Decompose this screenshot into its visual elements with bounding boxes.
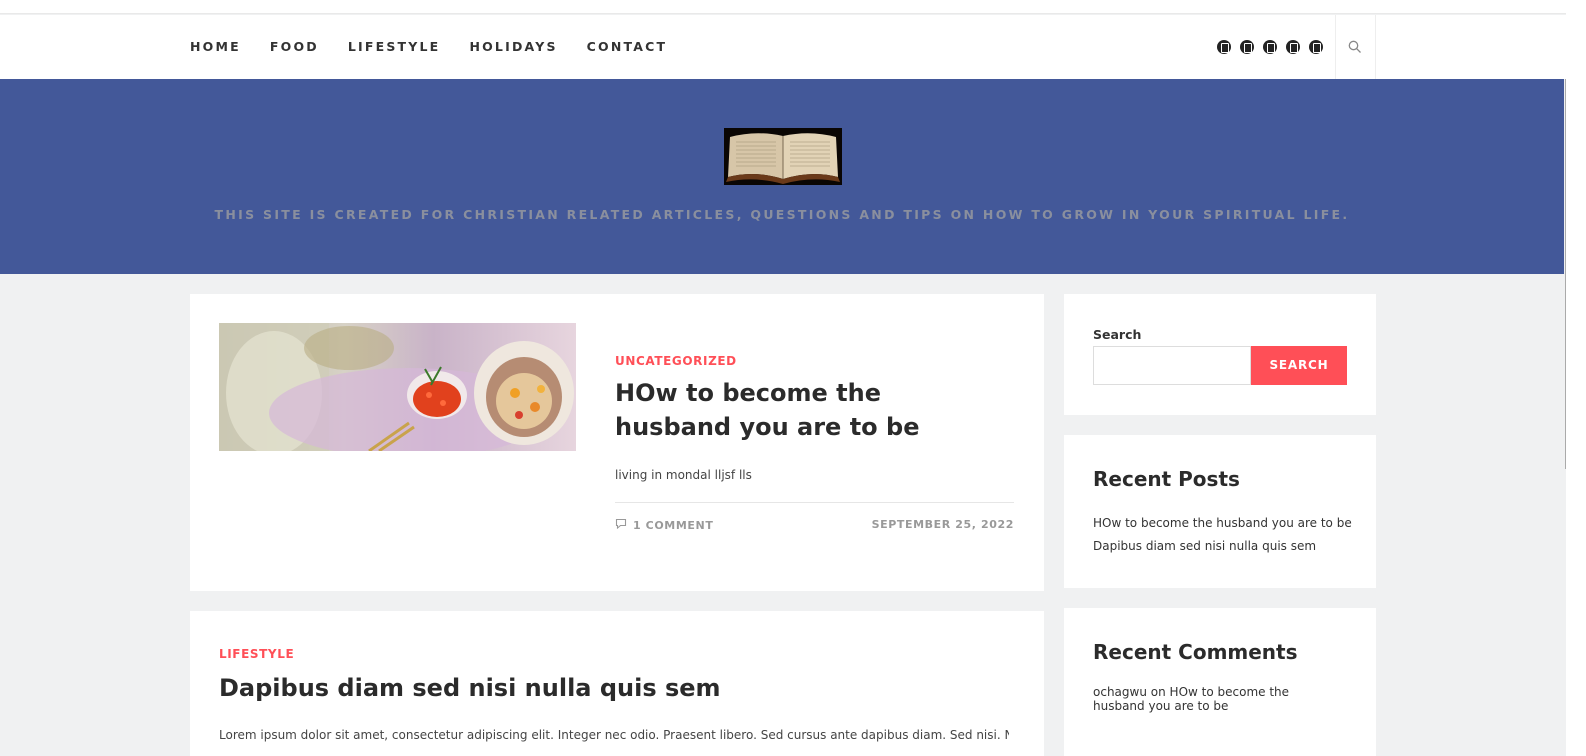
post-comments-count: 1 COMMENT — [633, 518, 714, 532]
post-excerpt: Lorem ipsum dolor sit amet, consectetur … — [219, 728, 1009, 742]
comment-on-text: on — [1150, 685, 1166, 699]
social-icon-1[interactable] — [1217, 40, 1231, 54]
primary-nav: HOME FOOD LIFESTYLE HOLIDAYS CONTACT — [190, 39, 696, 54]
recent-post-link[interactable]: Dapibus diam sed nisi nulla quis sem — [1093, 539, 1352, 562]
search-icon[interactable] — [1348, 39, 1362, 53]
post-divider — [615, 502, 1014, 503]
nav-divider — [1375, 15, 1376, 79]
site-tagline: THIS SITE IS CREATED FOR CHRISTIAN RELAT… — [214, 207, 1350, 222]
post-card: LIFESTYLE Dapibus diam sed nisi nulla qu… — [190, 611, 1044, 756]
search-label: Search — [1093, 327, 1142, 342]
widget-title: Recent Posts — [1093, 467, 1240, 491]
social-icon-2[interactable] — [1240, 40, 1254, 54]
top-strip — [0, 0, 1566, 14]
search-widget: Search SEARCH — [1064, 294, 1376, 415]
site-logo[interactable] — [724, 128, 842, 185]
nav-item-contact[interactable]: CONTACT — [587, 39, 668, 54]
social-icon-4[interactable] — [1286, 40, 1300, 54]
widget-title: Recent Comments — [1093, 640, 1298, 664]
social-icon-3[interactable] — [1263, 40, 1277, 54]
recent-posts-widget: Recent Posts HOw to become the husband y… — [1064, 435, 1376, 588]
recent-post-link[interactable]: HOw to become the husband you are to be — [1093, 516, 1352, 539]
comment-author[interactable]: ochagwu — [1093, 685, 1147, 699]
social-icon-5[interactable] — [1309, 40, 1323, 54]
post-category[interactable]: LIFESTYLE — [219, 647, 294, 661]
post-title[interactable]: HOw to become the husband you are to be — [615, 376, 1005, 444]
social-links — [1217, 40, 1323, 54]
post-title[interactable]: Dapibus diam sed nisi nulla quis sem — [219, 671, 721, 705]
post-thumbnail[interactable] — [219, 323, 576, 451]
page-edge — [1566, 0, 1586, 756]
nav-item-lifestyle[interactable]: LIFESTYLE — [348, 39, 441, 54]
post-date[interactable]: SEPTEMBER 25, 2022 — [872, 518, 1014, 531]
main-navbar: HOME FOOD LIFESTYLE HOLIDAYS CONTACT — [0, 15, 1566, 79]
search-button[interactable]: SEARCH — [1251, 346, 1347, 385]
recent-posts-list: HOw to become the husband you are to be … — [1093, 516, 1352, 562]
post-card: UNCATEGORIZED HOw to become the husband … — [190, 294, 1044, 591]
recent-comments-widget: Recent Comments ochagwu on HOw to become… — [1064, 608, 1376, 756]
scrollbar[interactable] — [1565, 79, 1566, 469]
nav-item-holidays[interactable]: HOLIDAYS — [469, 39, 557, 54]
post-category[interactable]: UNCATEGORIZED — [615, 354, 737, 368]
nav-divider — [1335, 15, 1336, 79]
search-input[interactable] — [1093, 346, 1251, 385]
nav-item-food[interactable]: FOOD — [270, 39, 319, 54]
post-comments-link[interactable]: 1 COMMENT — [615, 518, 713, 532]
recent-comment-item: ochagwu on HOw to become the husband you… — [1093, 685, 1343, 713]
site-header-hero: THIS SITE IS CREATED FOR CHRISTIAN RELAT… — [0, 79, 1564, 274]
post-excerpt: living in mondal lljsf lls — [615, 468, 752, 482]
nav-item-home[interactable]: HOME — [190, 39, 241, 54]
comment-icon — [615, 518, 627, 532]
